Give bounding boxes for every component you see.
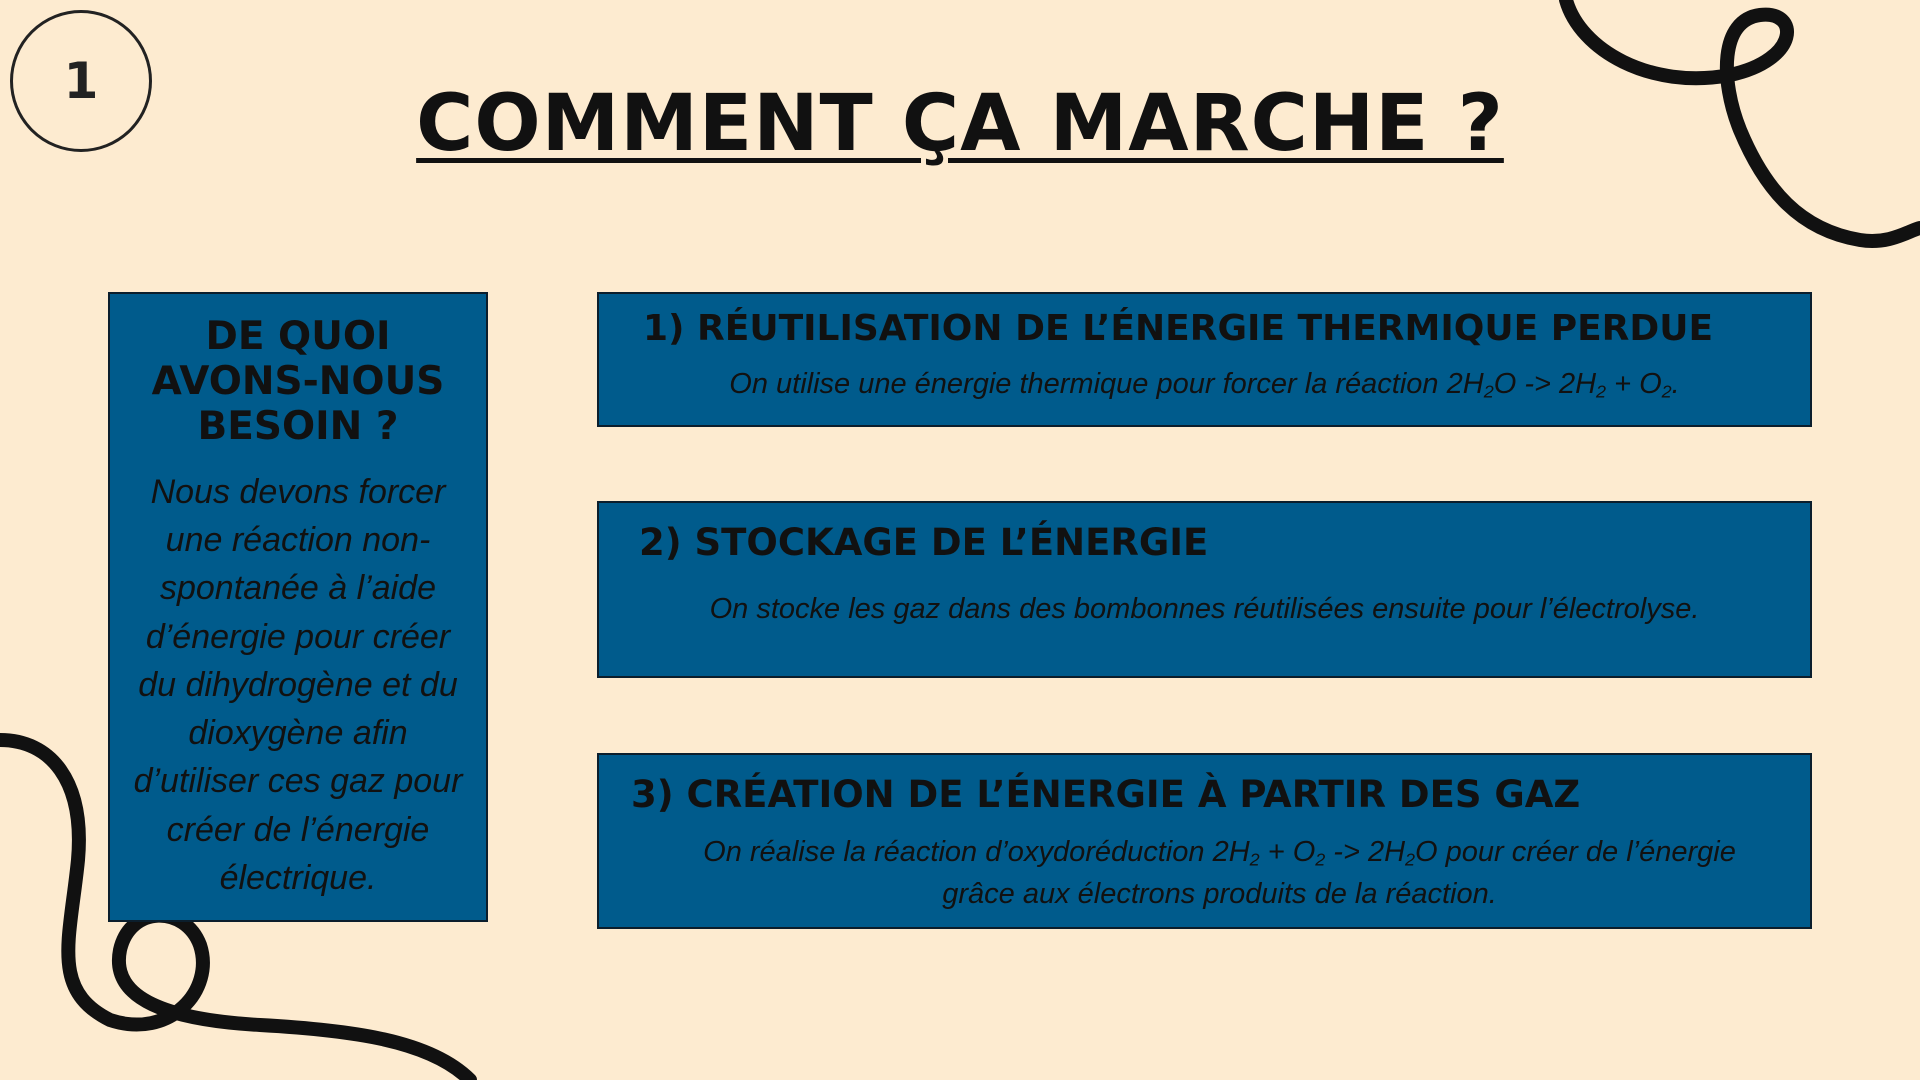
needs-panel: DE QUOI AVONS-NOUS BESOIN ? Nous devons … (108, 292, 488, 922)
step-3-desc-prefix: On réalise la réaction d’oxydoréduction (703, 836, 1213, 868)
step-1-title: 1) RÉUTILISATION DE L’ÉNERGIE THERMIQUE … (643, 308, 1714, 349)
step-1-equation: 2H2O -> 2H2 + O2 (1446, 368, 1672, 402)
step-1-panel: 1) RÉUTILISATION DE L’ÉNERGIE THERMIQUE … (597, 292, 1812, 427)
step-3-panel: 3) CRÉATION DE L’ÉNERGIE À PARTIR DES GA… (597, 753, 1812, 929)
step-1-desc-suffix: . (1671, 368, 1680, 400)
step-2-panel: 2) STOCKAGE DE L’ÉNERGIE On stocke les g… (597, 501, 1812, 678)
page-title-text: COMMENT ÇA MARCHE ? (416, 79, 1504, 169)
step-1-desc-prefix: On utilise une énergie thermique pour fo… (729, 368, 1447, 400)
needs-body: Nous devons forcer une réaction non-spon… (133, 472, 463, 897)
page-title: COMMENT ÇA MARCHE ? (0, 78, 1920, 172)
step-2-title: 2) STOCKAGE DE L’ÉNERGIE (639, 521, 1209, 564)
step-3-title: 3) CRÉATION DE L’ÉNERGIE À PARTIR DES GA… (631, 773, 1581, 816)
step-2-description: On stocke les gaz dans des bombonnes réu… (709, 593, 1700, 625)
step-1-description: On utilise une énergie thermique pour fo… (599, 363, 1810, 405)
needs-title: DE QUOI AVONS-NOUS BESOIN ? (151, 314, 445, 450)
step-3-equation: 2H2 + O2 -> 2H2O (1212, 836, 1438, 870)
step-3-description: On réalise la réaction d’oxydoréduction … (689, 831, 1750, 915)
